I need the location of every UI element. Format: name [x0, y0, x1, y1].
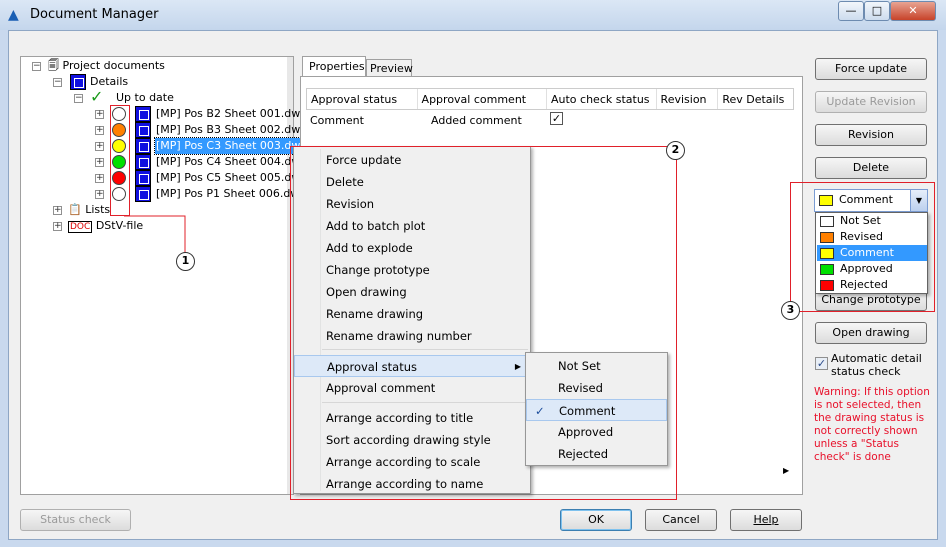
callout-3: 3 [781, 301, 800, 320]
callout-2-box [290, 146, 677, 500]
callout-3-box [790, 182, 935, 312]
callout-1: 1 [176, 252, 195, 271]
callout-2: 2 [666, 141, 685, 160]
